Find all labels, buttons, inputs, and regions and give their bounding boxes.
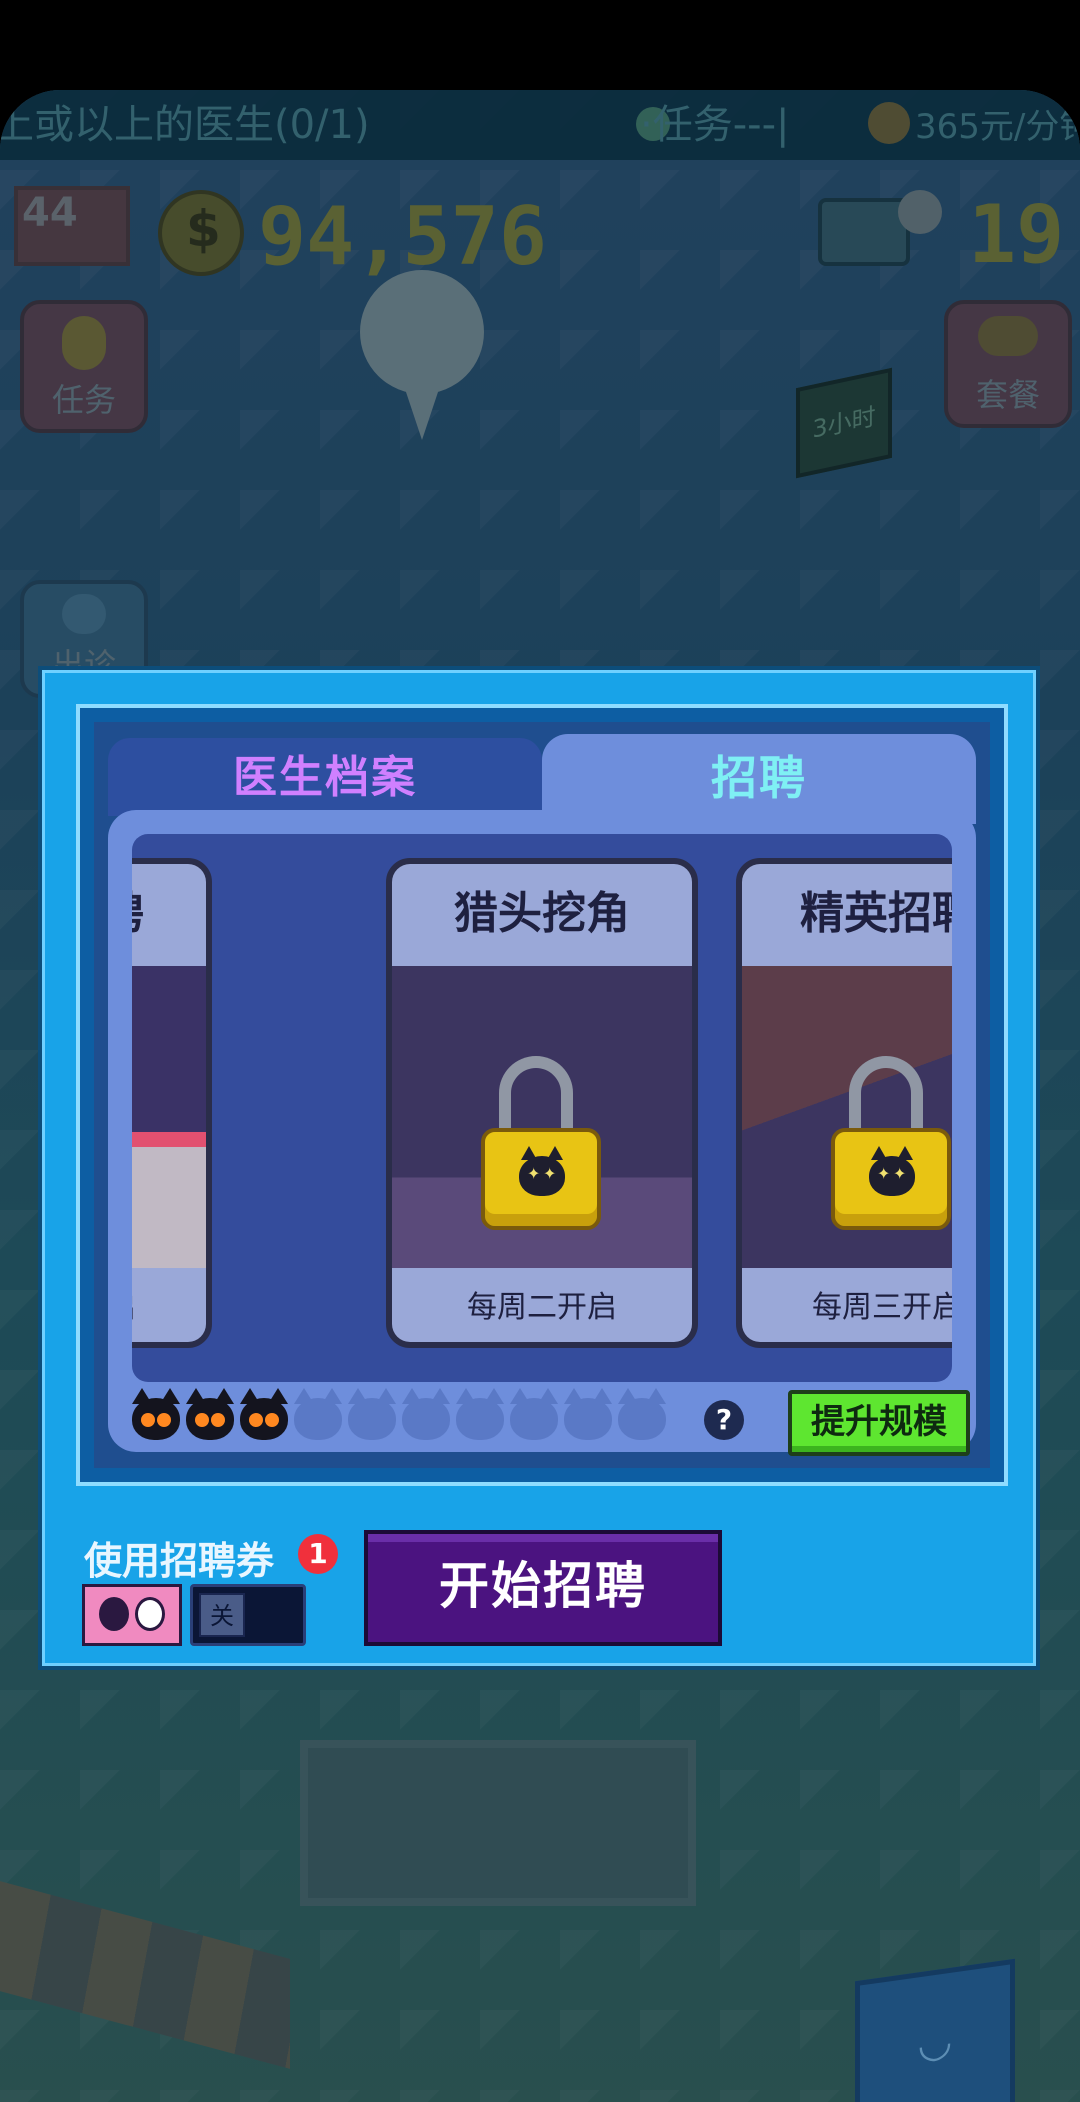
recruit-card-carousel[interactable]: 穿越招聘 ✦✦ 每周日开启 猎头挖角 xyxy=(132,834,952,1382)
card-schedule: 每周日开启 xyxy=(132,1268,206,1342)
scale-cat-empty-icon xyxy=(510,1388,558,1440)
start-recruit-button[interactable]: 开始招聘 xyxy=(364,1530,722,1646)
tab-doctor-archive[interactable]: 医生档案 xyxy=(108,738,542,816)
recruit-card[interactable]: 猎头挖角 ✦ ✦ 每周二开启 xyxy=(386,858,698,1348)
card-schedule: 每周二开启 xyxy=(392,1268,692,1342)
card-title: 精英招聘 xyxy=(742,864,952,966)
card-schedule: 每周三开启 xyxy=(742,1268,952,1342)
scale-cat-empty-icon xyxy=(294,1388,342,1440)
toggle-knob: 关 xyxy=(199,1593,245,1637)
scale-cat-empty-icon xyxy=(618,1388,666,1440)
recruit-tab-content: 穿越招聘 ✦✦ 每周日开启 猎头挖角 xyxy=(108,810,976,1456)
help-button[interactable]: ? xyxy=(704,1400,744,1440)
cat-head-icon: ✦ ✦ xyxy=(869,1146,915,1196)
upgrade-scale-button[interactable]: 提升规模 xyxy=(788,1390,970,1456)
ticket-toggle[interactable]: 关 xyxy=(190,1584,306,1646)
card-illustration: ✦✦ xyxy=(132,966,206,1268)
scale-cat-filled-icon xyxy=(132,1388,180,1440)
scale-cat-empty-icon xyxy=(456,1388,504,1440)
lock-icon: ✦ ✦ xyxy=(481,1056,603,1230)
card-title: 穿越招聘 xyxy=(132,864,206,966)
recruit-card[interactable]: 穿越招聘 ✦✦ 每周日开启 xyxy=(132,858,212,1348)
scale-cat-filled-icon xyxy=(186,1388,234,1440)
cat-head-icon: ✦ ✦ xyxy=(519,1146,565,1196)
panel-frame: 医生档案 招聘 穿越招聘 ✦✦ 每周日开启 xyxy=(94,722,990,1468)
ticket-count-badge: 1 xyxy=(298,1534,338,1574)
card-illustration: ✦✦ xyxy=(742,966,952,1268)
scale-cat-filled-icon xyxy=(240,1388,288,1440)
scale-cat-empty-icon xyxy=(564,1388,612,1440)
recruit-ticket-icon xyxy=(82,1584,182,1646)
lock-icon: ✦ ✦ xyxy=(831,1056,952,1230)
recruit-card[interactable]: 精英招聘 ✦✦ 每周三开启 xyxy=(736,858,952,1348)
card-illustration: ✦✦ xyxy=(392,966,692,1268)
scale-cat-empty-icon xyxy=(348,1388,396,1440)
scale-cat-empty-icon xyxy=(402,1388,450,1440)
card-title: 猎头挖角 xyxy=(392,864,692,966)
recruit-dialog: 医生档案 招聘 穿越招聘 ✦✦ 每周日开启 xyxy=(38,666,1040,1670)
dialog-inner-frame: 医生档案 招聘 穿越招聘 ✦✦ 每周日开启 xyxy=(76,704,1008,1486)
use-ticket-label: 使用招聘券 xyxy=(84,1539,275,1583)
